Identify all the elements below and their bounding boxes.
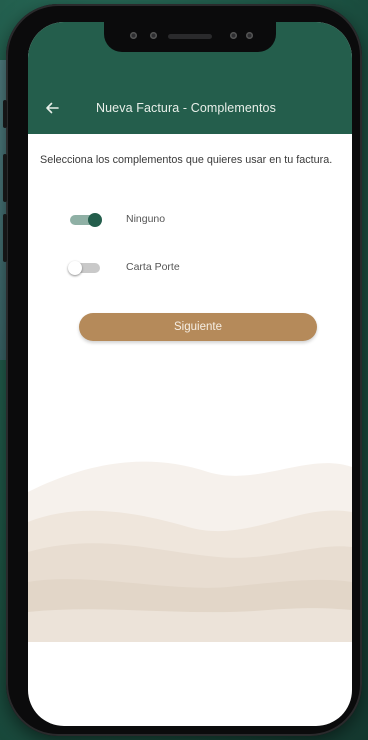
- sensor-dot: [230, 32, 237, 39]
- phone-volume-down-button: [3, 214, 7, 262]
- background-hills-illustration: [28, 461, 352, 642]
- phone-side-button: [3, 100, 7, 128]
- toggle-thumb: [88, 213, 102, 227]
- instructions-text: Selecciona los complementos que quieres …: [40, 154, 333, 166]
- page-title: Nueva Factura - Complementos: [96, 101, 276, 115]
- arrow-left-icon: [46, 102, 59, 114]
- option-label-carta-porte: Carta Porte: [126, 261, 180, 273]
- back-button[interactable]: [44, 100, 60, 116]
- phone-notch: [104, 22, 276, 52]
- app-header: Nueva Factura - Complementos: [28, 22, 352, 134]
- front-camera: [246, 32, 253, 39]
- option-carta-porte[interactable]: Carta Porte: [68, 257, 268, 279]
- earpiece-speaker: [168, 34, 212, 39]
- toggle-switch-carta-porte[interactable]: [68, 261, 104, 275]
- toggle-switch-ninguno[interactable]: [68, 213, 104, 227]
- option-ninguno[interactable]: Ninguno: [68, 209, 268, 231]
- proximity-sensor: [130, 32, 137, 39]
- phone-frame: Nueva Factura - Complementos Selecciona …: [3, 4, 362, 736]
- app-screen: Nueva Factura - Complementos Selecciona …: [28, 22, 352, 726]
- phone-volume-up-button: [3, 154, 7, 202]
- toggle-thumb: [68, 261, 82, 275]
- next-button[interactable]: Siguiente: [79, 313, 317, 341]
- option-label-ninguno: Ninguno: [126, 213, 166, 225]
- camera-dot: [150, 32, 157, 39]
